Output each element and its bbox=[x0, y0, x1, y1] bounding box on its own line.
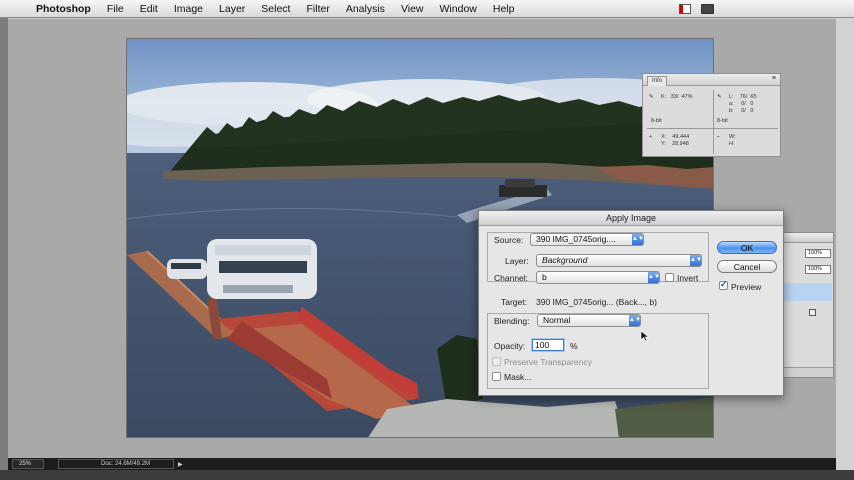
menu-help[interactable]: Help bbox=[485, 0, 523, 18]
info-panel-body: ✎ K: 33/ 47% 8-bit ✎ L: 76/ 65 a: 0/ 0 b… bbox=[645, 88, 780, 156]
menu-layer[interactable]: Layer bbox=[211, 0, 253, 18]
info-l-value: L: 76/ 65 bbox=[729, 94, 757, 100]
lock-icon bbox=[809, 309, 816, 316]
layer-select[interactable]: Background ▲▼ bbox=[536, 254, 702, 267]
eyedropper-icon: ✎ bbox=[717, 94, 722, 100]
triangle-right-icon[interactable]: ▶ bbox=[178, 461, 183, 468]
eyedropper-icon: ✎ bbox=[649, 94, 654, 100]
layers-panel: 100% 100% bbox=[782, 232, 834, 378]
menu-analysis[interactable]: Analysis bbox=[338, 0, 393, 18]
display-icon[interactable] bbox=[701, 4, 714, 14]
crosshair-icon: + bbox=[649, 134, 653, 140]
blending-select[interactable]: Normal ▲▼ bbox=[537, 314, 641, 327]
opacity-label: Opacity: bbox=[494, 341, 526, 351]
info-panel: Info ≡ ✎ K: 33/ 47% 8-bit ✎ L: 76/ 65 a:… bbox=[642, 73, 781, 157]
layers-fill-field[interactable]: 100% bbox=[805, 265, 831, 274]
preserve-transparency-label: Preserve Transparency bbox=[504, 357, 592, 367]
channel-select[interactable]: b ▲▼ bbox=[536, 271, 660, 284]
preview-label: Preview bbox=[731, 282, 762, 292]
zoom-level[interactable]: 25% bbox=[12, 459, 44, 469]
menu-bar: Photoshop File Edit Image Layer Select F… bbox=[0, 0, 854, 18]
menu-file[interactable]: File bbox=[99, 0, 132, 18]
mask-checkbox[interactable] bbox=[492, 372, 501, 381]
ok-button[interactable]: OK bbox=[717, 241, 777, 254]
layers-panel-footer bbox=[783, 367, 833, 377]
source-label: Source: bbox=[494, 235, 524, 245]
doc-size[interactable]: Doc: 24.6M/49.2M bbox=[58, 459, 174, 469]
menubar-extras bbox=[679, 0, 854, 18]
divider bbox=[713, 90, 714, 154]
preserve-transparency-checkbox[interactable] bbox=[492, 357, 501, 366]
dropdown-arrow-icon: ▲▼ bbox=[648, 272, 659, 283]
dropdown-arrow-icon: ▲▼ bbox=[629, 315, 640, 326]
menu-select[interactable]: Select bbox=[253, 0, 298, 18]
status-bar: 25% Doc: 24.6M/49.2M ▶ bbox=[8, 458, 836, 470]
cancel-button[interactable]: Cancel bbox=[717, 260, 777, 273]
menu-window[interactable]: Window bbox=[432, 0, 485, 18]
input-flag-icon[interactable] bbox=[679, 4, 691, 14]
info-y-value: Y: 28.948 bbox=[661, 141, 689, 147]
right-edge bbox=[836, 18, 854, 480]
dialog-title: Apply Image bbox=[479, 211, 783, 226]
channel-select-value: b bbox=[542, 272, 547, 282]
opacity-unit: % bbox=[570, 341, 578, 351]
info-bit-left: 8-bit bbox=[651, 118, 662, 124]
info-panel-tabbar: Info ≡ bbox=[643, 74, 780, 86]
preview-checkbox[interactable] bbox=[719, 279, 728, 290]
mask-label: Mask... bbox=[504, 372, 532, 382]
info-tab[interactable]: Info bbox=[647, 76, 668, 86]
apply-image-dialog: Apply Image Source: 390 IMG_0745orig....… bbox=[478, 210, 784, 396]
arrow-cursor-icon bbox=[640, 330, 650, 342]
layers-fill-row: 100% bbox=[785, 265, 833, 276]
menu-filter[interactable]: Filter bbox=[298, 0, 337, 18]
blending-label: Blending: bbox=[494, 316, 530, 326]
info-x-value: X: 49.444 bbox=[661, 134, 690, 140]
menu-edit[interactable]: Edit bbox=[132, 0, 166, 18]
invert-checkbox[interactable] bbox=[665, 273, 674, 282]
panel-menu-icon[interactable]: ≡ bbox=[772, 75, 776, 82]
dropdown-arrow-icon: ▲▼ bbox=[690, 255, 701, 266]
menu-view[interactable]: View bbox=[393, 0, 432, 18]
left-edge bbox=[0, 18, 8, 480]
source-select-value: 390 IMG_0745orig.... bbox=[536, 234, 616, 244]
channel-label: Channel: bbox=[494, 273, 529, 283]
layer-label: Layer: bbox=[505, 256, 529, 266]
divider bbox=[647, 128, 778, 129]
layer-select-value: Background bbox=[542, 255, 588, 265]
dropdown-arrow-icon: ▲▼ bbox=[632, 234, 643, 245]
menu-app-name[interactable]: Photoshop bbox=[28, 0, 99, 18]
info-h-value: H: bbox=[729, 141, 735, 147]
target-value: 390 IMG_0745orig... (Back..., b) bbox=[536, 297, 657, 307]
info-w-value: W: bbox=[729, 134, 736, 140]
opacity-input[interactable]: 100 bbox=[532, 339, 564, 351]
layer-row-selected[interactable] bbox=[784, 283, 832, 301]
selection-size-icon: ⌐ bbox=[717, 134, 721, 140]
bottom-edge bbox=[0, 470, 854, 480]
layers-panel-header bbox=[783, 233, 833, 243]
layers-opacity-field[interactable]: 100% bbox=[805, 249, 831, 258]
info-a-value: a: 0/ 0 bbox=[729, 101, 754, 107]
info-b-value: b: 0/ 0 bbox=[729, 108, 754, 114]
layers-opacity-row: 100% bbox=[785, 249, 833, 260]
info-bit-right: 8-bit bbox=[717, 118, 728, 124]
blending-select-value: Normal bbox=[543, 315, 571, 325]
invert-label: Invert bbox=[677, 273, 699, 283]
target-label: Target: bbox=[501, 297, 527, 307]
source-select[interactable]: 390 IMG_0745orig.... ▲▼ bbox=[530, 233, 644, 246]
menu-image[interactable]: Image bbox=[166, 0, 211, 18]
info-k-value: K: 33/ 47% bbox=[661, 94, 693, 100]
